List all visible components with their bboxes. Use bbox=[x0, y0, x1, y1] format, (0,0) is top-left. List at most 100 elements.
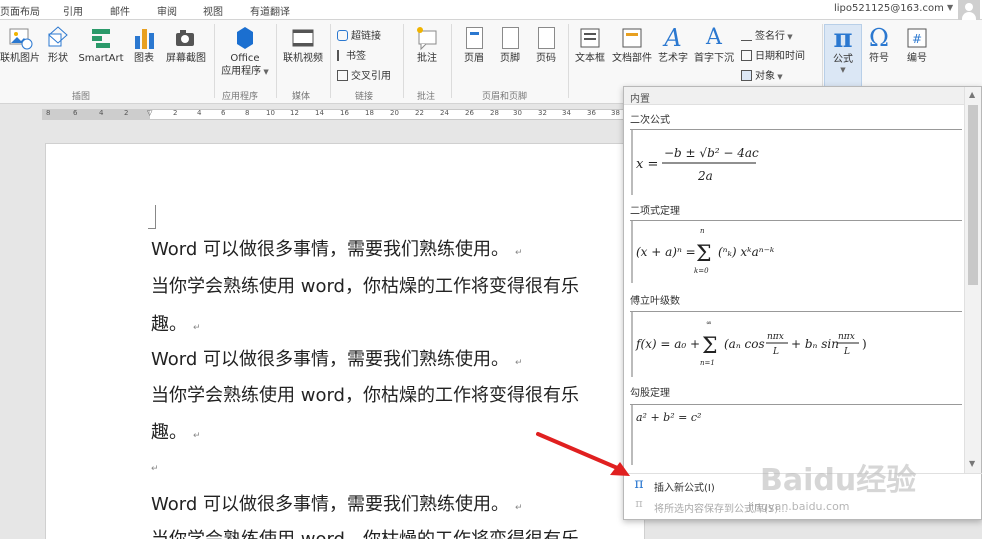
page-number-button[interactable]: 页码 bbox=[530, 24, 562, 65]
horizontal-ruler[interactable]: 8 6 4 2 ▽ 2 4 6 8 10 12 14 16 18 20 22 2… bbox=[0, 105, 625, 123]
equation-title-quadratic: 二次公式 bbox=[630, 115, 670, 126]
doc-line[interactable]: Word 可以做很多事情，需要我们熟练使用。 ↵ bbox=[151, 490, 523, 516]
smartart-button[interactable]: SmartArt bbox=[76, 24, 126, 65]
avatar[interactable] bbox=[958, 0, 980, 20]
ribbon-divider bbox=[403, 24, 404, 98]
group-label-header-footer: 页眉和页脚 bbox=[482, 92, 528, 102]
doc-line[interactable]: 当你学会熟练使用 word，你枯燥的工作将变得很有乐 bbox=[151, 272, 579, 298]
tab-view[interactable]: 视图 bbox=[203, 3, 223, 18]
svg-text:nπx: nπx bbox=[838, 332, 855, 342]
doc-line[interactable]: Word 可以做很多事情，需要我们熟练使用。 ↵ bbox=[151, 235, 523, 261]
section-border bbox=[631, 312, 633, 377]
drop-cap-button[interactable]: A 首字下沉 bbox=[692, 24, 736, 65]
tab-page-layout[interactable]: 页面布局 bbox=[0, 3, 40, 18]
equation-title-binomial: 二项式定理 bbox=[630, 206, 680, 217]
text-box-button[interactable]: 文本框 bbox=[572, 24, 608, 65]
signature-line-button[interactable]: 签名行 ▼ bbox=[741, 27, 793, 42]
symbol-button[interactable]: Ω 符号 bbox=[864, 24, 894, 65]
equation-button[interactable]: π 公式 ▼ bbox=[824, 24, 862, 88]
office-apps-button[interactable]: Office 应用程序 ▼ bbox=[218, 24, 272, 79]
chart-button[interactable]: 图表 bbox=[130, 24, 158, 65]
margin-corner-mark bbox=[148, 205, 156, 229]
shapes-button[interactable]: 形状 bbox=[44, 24, 72, 65]
equation-title-pythagorean: 勾股定理 bbox=[630, 388, 670, 399]
signature-icon bbox=[741, 30, 752, 41]
equation-item-binomial[interactable]: (x + a)ⁿ = n Σ k=0 (ⁿₖ) xᵏaⁿ⁻ᵏ bbox=[634, 223, 954, 281]
tab-review[interactable]: 审阅 bbox=[157, 3, 177, 18]
doc-line[interactable]: 当你学会熟练使用 word，你枯燥的工作将变得很有乐 bbox=[151, 525, 579, 539]
svg-text:nπx: nπx bbox=[767, 332, 784, 342]
number-button[interactable]: # 编号 bbox=[900, 24, 934, 65]
comment-icon bbox=[414, 24, 440, 52]
svg-text:L: L bbox=[772, 347, 779, 357]
tab-mailings[interactable]: 邮件 bbox=[110, 3, 130, 18]
svg-text:Σ: Σ bbox=[696, 242, 712, 267]
header-icon bbox=[461, 24, 487, 52]
svg-text:a² + b² = c²: a² + b² = c² bbox=[636, 411, 701, 424]
object-button[interactable]: 对象 ▼ bbox=[741, 67, 783, 82]
svg-text:2a: 2a bbox=[697, 169, 713, 183]
svg-text:(ⁿₖ) xᵏaⁿ⁻ᵏ: (ⁿₖ) xᵏaⁿ⁻ᵏ bbox=[718, 245, 775, 259]
tab-youdao-translate[interactable]: 有道翻译 bbox=[250, 3, 290, 18]
footer-button[interactable]: 页脚 bbox=[494, 24, 526, 65]
tab-references[interactable]: 引用 bbox=[63, 3, 83, 18]
doc-line[interactable]: 趣。 ↵ bbox=[151, 418, 201, 444]
bookmark-button[interactable]: 书签 bbox=[337, 47, 366, 62]
scroll-up-icon[interactable]: ▲ bbox=[969, 90, 975, 99]
header-button[interactable]: 页眉 bbox=[458, 24, 490, 65]
account-dropdown-icon[interactable]: ▼ bbox=[947, 3, 953, 12]
online-video-button[interactable]: 联机视频 bbox=[280, 24, 326, 65]
annotation-arrow bbox=[536, 432, 630, 476]
doc-line[interactable]: Word 可以做很多事情，需要我们熟练使用。 ↵ bbox=[151, 345, 523, 371]
equation-item-quadratic[interactable]: x = −b ± √b² − 4ac 2a bbox=[634, 135, 954, 191]
scroll-down-icon[interactable]: ▼ bbox=[969, 459, 975, 468]
scroll-thumb[interactable] bbox=[968, 105, 978, 285]
date-time-button[interactable]: 日期和时间 bbox=[741, 47, 805, 62]
pi-icon: π bbox=[833, 24, 853, 54]
hyperlink-icon bbox=[337, 30, 348, 41]
equation-dropdown-icon[interactable]: ▼ bbox=[825, 66, 861, 74]
doc-line[interactable]: ↵ bbox=[151, 455, 159, 476]
group-label-links: 链接 bbox=[355, 92, 374, 102]
ruler-indent-marker[interactable]: ▽ bbox=[147, 109, 152, 117]
chart-icon bbox=[131, 24, 157, 52]
wordart-button[interactable]: A 艺术字 bbox=[656, 24, 690, 65]
doc-line[interactable]: 当你学会熟练使用 word，你枯燥的工作将变得很有乐 bbox=[151, 381, 579, 407]
section-divider bbox=[630, 311, 962, 312]
equation-item-pythagorean[interactable]: a² + b² = c² bbox=[634, 407, 954, 431]
bookmark-icon bbox=[337, 50, 343, 61]
quick-parts-icon bbox=[619, 24, 645, 52]
hyperlink-button[interactable]: 超链接 bbox=[337, 27, 381, 42]
group-label-media: 媒体 bbox=[292, 92, 311, 102]
quick-parts-button[interactable]: 文档部件 bbox=[610, 24, 654, 65]
svg-text:n: n bbox=[700, 227, 705, 235]
camera-icon bbox=[173, 24, 199, 52]
equation-item-fourier[interactable]: f(x) = a₀ + ∞ Σ n=1 (aₙ cos nπx L + bₙ s… bbox=[634, 315, 954, 375]
section-divider bbox=[630, 220, 962, 221]
drop-cap-icon: A bbox=[706, 25, 722, 50]
calendar-icon bbox=[741, 50, 752, 61]
section-border bbox=[631, 130, 633, 195]
gallery-scrollbar[interactable]: ▲ ▼ bbox=[964, 87, 981, 473]
footer-icon bbox=[497, 24, 523, 52]
online-pictures-button[interactable]: 联机图片 bbox=[0, 24, 40, 65]
svg-text:Σ: Σ bbox=[702, 334, 718, 359]
ribbon-divider bbox=[451, 24, 452, 98]
svg-text:+ bₙ sin: + bₙ sin bbox=[791, 337, 839, 351]
ribbon-tab-bar: 页面布局 引用 邮件 审阅 视图 有道翻译 lipo521125@163.com… bbox=[0, 0, 982, 20]
svg-text:#: # bbox=[912, 32, 922, 46]
online-pictures-icon bbox=[7, 24, 33, 52]
quadratic-formula: x = −b ± √b² − 4ac 2a bbox=[636, 146, 759, 183]
svg-text:): ) bbox=[862, 337, 867, 351]
screenshot-button[interactable]: 屏幕截图 bbox=[162, 24, 210, 65]
comment-button[interactable]: 批注 bbox=[408, 24, 446, 65]
wordart-icon: A bbox=[664, 24, 682, 52]
svg-text:k=0: k=0 bbox=[694, 267, 709, 275]
smartart-icon bbox=[88, 24, 114, 52]
account-name[interactable]: lipo521125@163.com bbox=[834, 3, 944, 14]
binomial-formula: (x + a)ⁿ = n Σ k=0 (ⁿₖ) xᵏaⁿ⁻ᵏ bbox=[636, 227, 775, 275]
doc-line[interactable]: 趣。 ↵ bbox=[151, 310, 201, 336]
svg-text:(x + a)ⁿ =: (x + a)ⁿ = bbox=[636, 245, 696, 259]
cross-reference-button[interactable]: 交叉引用 bbox=[337, 67, 391, 82]
svg-text:−b ± √b² − 4ac: −b ± √b² − 4ac bbox=[664, 146, 759, 160]
